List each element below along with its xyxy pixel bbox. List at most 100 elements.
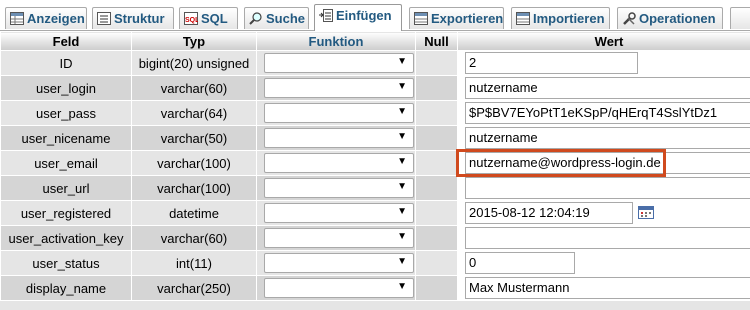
value-cell: nutzername [457, 75, 750, 101]
value-cell [457, 225, 750, 251]
field-name: user_nicename [0, 125, 132, 151]
null-cell [415, 50, 458, 76]
null-cell [415, 225, 458, 251]
field-type: int(11) [131, 250, 257, 276]
value-cell: $P$BV7EYoPtT1eKSpP/qHErqT4SslYtDz1 [457, 100, 750, 126]
chevron-down-icon: ▼ [397, 181, 407, 192]
sql-icon: SQL [184, 10, 200, 25]
function-select[interactable]: ▼ [264, 53, 414, 73]
table-row: user_email varchar(100) ▼ nutzername@wor… [0, 150, 750, 176]
function-cell: ▼ [256, 150, 416, 176]
table-row: user_registered datetime ▼ 2015-08-12 12… [0, 200, 750, 226]
field-name: ID [0, 50, 132, 76]
column-header-null[interactable]: Null [415, 31, 458, 51]
chevron-down-icon: ▼ [397, 256, 407, 267]
search-icon [249, 10, 263, 25]
table-footer-strip [0, 301, 750, 310]
table-row: user_login varchar(60) ▼ nutzername [0, 75, 750, 101]
function-cell: ▼ [256, 50, 416, 76]
value-input[interactable]: 2 [465, 52, 638, 74]
function-cell: ▼ [256, 75, 416, 101]
tab-label: Einfügen [336, 8, 392, 23]
field-type: varchar(50) [131, 125, 257, 151]
chevron-down-icon: ▼ [397, 56, 407, 67]
field-type: varchar(100) [131, 150, 257, 176]
value-input[interactable]: nutzername [465, 127, 750, 149]
null-cell [415, 275, 458, 301]
table-row: display_name varchar(250) ▼ Max Musterma… [0, 275, 750, 301]
column-header-typ[interactable]: Typ [131, 31, 257, 51]
chevron-down-icon: ▼ [397, 81, 407, 92]
table-row: user_activation_key varchar(60) ▼ [0, 225, 750, 251]
wrench-icon [622, 10, 636, 25]
value-cell: 0 [457, 250, 750, 276]
tab-einfuegen[interactable]: Einfügen [314, 4, 402, 31]
chevron-down-icon: ▼ [397, 106, 407, 117]
field-name: user_login [0, 75, 132, 101]
tab-importieren[interactable]: Importieren [511, 7, 610, 29]
value-cell: 2 [457, 50, 750, 76]
email-value-input[interactable]: nutzername@wordpress-login.de [465, 152, 750, 174]
null-cell [415, 200, 458, 226]
value-cell: nutzername@wordpress-login.de [457, 150, 750, 176]
tab-exportieren[interactable]: Exportieren [409, 7, 504, 29]
field-type: varchar(64) [131, 100, 257, 126]
function-cell: ▼ [256, 200, 416, 226]
null-cell [415, 100, 458, 126]
table-icon [10, 10, 24, 25]
tab-more[interactable] [730, 7, 750, 29]
null-cell [415, 75, 458, 101]
table-row: user_url varchar(100) ▼ [0, 175, 750, 201]
column-header-funktion[interactable]: Funktion [256, 31, 416, 51]
table-row: user_pass varchar(64) ▼ $P$BV7EYoPtT1eKS… [0, 100, 750, 126]
header-row: Feld Typ Funktion Null Wert [0, 31, 750, 51]
function-select[interactable]: ▼ [264, 228, 414, 248]
chevron-down-icon: ▼ [397, 156, 407, 167]
insert-form-table: Feld Typ Funktion Null Wert ID bigint(20… [0, 31, 750, 301]
field-type: varchar(60) [131, 225, 257, 251]
function-cell: ▼ [256, 125, 416, 151]
null-cell [415, 150, 458, 176]
column-header-wert[interactable]: Wert [457, 31, 750, 51]
function-select[interactable]: ▼ [264, 103, 414, 123]
value-input[interactable] [465, 177, 750, 199]
tab-label: Importieren [533, 11, 605, 26]
null-cell [415, 250, 458, 276]
datetime-input[interactable]: 2015-08-12 12:04:19 [465, 202, 633, 224]
field-type: datetime [131, 200, 257, 226]
function-select[interactable]: ▼ [264, 128, 414, 148]
tab-anzeigen[interactable]: Anzeigen [5, 7, 87, 29]
value-cell: 2015-08-12 12:04:19 [457, 200, 750, 226]
function-select[interactable]: ▼ [264, 203, 414, 223]
function-select[interactable]: ▼ [264, 278, 414, 298]
value-cell: nutzername [457, 125, 750, 151]
value-input[interactable]: $P$BV7EYoPtT1eKSpP/qHErqT4SslYtDz1 [465, 102, 750, 124]
field-name: user_status [0, 250, 132, 276]
tab-sql[interactable]: SQL SQL [179, 7, 238, 29]
field-name: user_pass [0, 100, 132, 126]
function-select[interactable]: ▼ [264, 253, 414, 273]
table-row: user_status int(11) ▼ 0 [0, 250, 750, 276]
field-type: bigint(20) unsigned [131, 50, 257, 76]
tab-suche[interactable]: Suche [244, 7, 309, 29]
function-select[interactable]: ▼ [264, 178, 414, 198]
import-icon [516, 10, 530, 25]
field-type: varchar(100) [131, 175, 257, 201]
value-input[interactable]: 0 [465, 252, 575, 274]
tab-operationen[interactable]: Operationen [617, 7, 723, 29]
function-select[interactable]: ▼ [264, 153, 414, 173]
value-input[interactable]: nutzername [465, 77, 750, 99]
tab-struktur[interactable]: Struktur [92, 7, 174, 29]
value-input[interactable] [465, 227, 750, 249]
function-select[interactable]: ▼ [264, 78, 414, 98]
value-input[interactable]: Max Mustermann [465, 277, 750, 299]
value-cell: Max Mustermann [457, 275, 750, 301]
field-type: varchar(60) [131, 75, 257, 101]
null-cell [415, 125, 458, 151]
chevron-down-icon: ▼ [397, 206, 407, 217]
function-cell: ▼ [256, 250, 416, 276]
field-type: varchar(250) [131, 275, 257, 301]
calendar-icon[interactable] [638, 205, 654, 219]
column-header-feld[interactable]: Feld [0, 31, 132, 51]
tab-label: Suche [266, 11, 306, 26]
